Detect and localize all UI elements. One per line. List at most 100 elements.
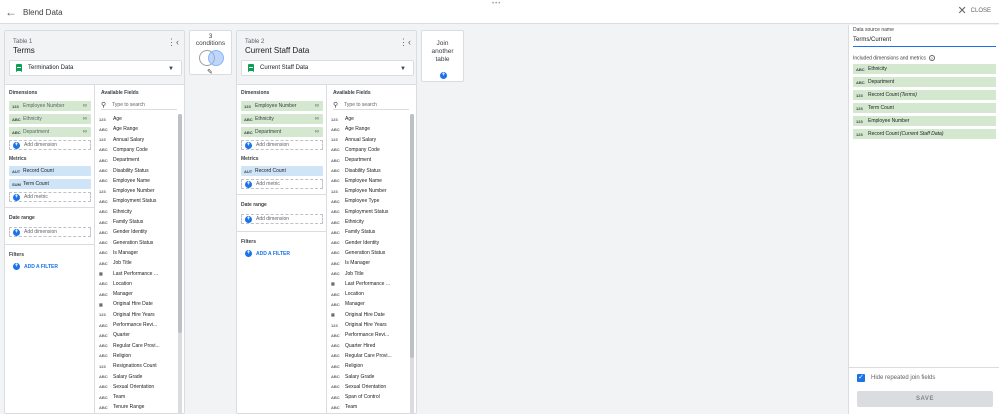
available-field-item[interactable]: 123 Original Hire Years [99, 310, 155, 320]
scrollbar[interactable] [410, 114, 414, 414]
available-field-item[interactable]: ABC Is Manager [99, 248, 138, 258]
available-field-item[interactable]: ABC Age Range [331, 124, 370, 134]
available-field-item[interactable]: ABC Company Code [331, 145, 380, 155]
available-field-item[interactable]: ABC Religion [331, 361, 363, 371]
available-field-item[interactable]: ABC Quarter [99, 330, 130, 340]
table-1-source-select[interactable]: Termination Data ▼ [9, 60, 182, 76]
available-field-item[interactable]: ▦ Last Performance ... [99, 269, 158, 279]
available-field-item[interactable]: ▦ Original Hire Date [331, 310, 385, 320]
add-filter-button[interactable]: + ADD A FILTER [245, 250, 290, 257]
collapse-chevron-icon[interactable]: ‹ [176, 37, 179, 47]
available-field-item[interactable]: ABC Ethnicity [331, 217, 364, 227]
available-field-item[interactable]: ABC Gender Identity [331, 238, 379, 248]
available-field-item[interactable]: ABC Ethnicity [99, 207, 132, 217]
available-field-item[interactable]: ABC Performance Revi... [331, 330, 389, 340]
metric-chip[interactable]: SUM Term Count [9, 179, 91, 189]
available-field-item[interactable]: 123 Resignations Count [99, 361, 157, 371]
available-field-item[interactable]: ABC Family Status [99, 217, 143, 227]
add-filter-button[interactable]: + ADD A FILTER [13, 263, 58, 270]
scrollbar-thumb[interactable] [410, 114, 414, 358]
add-date-range-button[interactable]: + Add dimension [241, 214, 323, 224]
more-vert-icon[interactable]: ⋮ [167, 37, 176, 48]
dimension-chip[interactable]: 123 Employee Number ∞ [9, 101, 91, 111]
available-field-item[interactable]: ABC Team [99, 392, 125, 402]
available-field-item[interactable]: ABC Company Code [99, 145, 148, 155]
available-field-item[interactable]: ABC Job Title [331, 269, 364, 279]
dimension-chip[interactable]: ABC Department ∞ [241, 127, 323, 137]
included-field-item[interactable]: 123 Record Count (Current Staff Data) [853, 129, 996, 139]
available-field-item[interactable]: ▦ Original Hire Date [99, 299, 153, 309]
data-source-name-input[interactable]: Terms/Current [853, 37, 996, 47]
more-vert-icon[interactable]: ⋮ [399, 37, 408, 48]
available-field-item[interactable]: ABC Disability Status [99, 166, 149, 176]
available-field-item[interactable]: ABC Religion [99, 351, 131, 361]
available-field-item[interactable]: ABC Employment Status [99, 196, 156, 206]
help-icon[interactable]: ? [928, 55, 935, 61]
included-field-item[interactable]: ABC Ethnicity [853, 64, 996, 74]
available-field-item[interactable]: ABC Employee Type [331, 196, 379, 206]
available-field-item[interactable]: ABC Quarter Hired [331, 341, 375, 351]
dimension-chip[interactable]: 123 Employee Number ∞ [241, 101, 323, 111]
available-field-item[interactable]: ABC Team [331, 402, 357, 412]
available-field-item[interactable]: ABC Salary Grade [331, 372, 374, 382]
dimension-chip[interactable]: ABC Department ∞ [9, 127, 91, 137]
available-field-item[interactable]: ABC Tenure Range [99, 402, 144, 412]
available-field-item[interactable]: ABC Employee Name [99, 176, 150, 186]
available-field-item[interactable]: ABC Family Status [331, 227, 375, 237]
available-field-item[interactable]: ABC Gender Identity [99, 227, 147, 237]
available-field-item[interactable]: ABC Department [99, 155, 139, 165]
available-field-item[interactable]: ABC Employment Status [331, 207, 388, 217]
drag-handle-icon[interactable]: ••• [492, 1, 501, 7]
back-arrow-icon[interactable]: ← [5, 5, 17, 19]
included-field-item[interactable]: 123 Employee Number [853, 116, 996, 126]
join-conditions-button[interactable]: 3 conditions ✎ [189, 30, 232, 76]
available-field-item[interactable]: ABC Sexual Orientation [99, 382, 154, 392]
available-field-item[interactable]: ABC Location [99, 279, 132, 289]
table-1-name[interactable]: Terms [13, 46, 35, 55]
save-button[interactable]: SAVE [857, 391, 993, 407]
available-field-item[interactable]: ABC Regular Care Provi... [99, 341, 160, 351]
available-field-item[interactable]: ▦ Last Performance ... [331, 279, 390, 289]
metric-chip[interactable]: AUT Record Count [9, 166, 91, 176]
available-field-item[interactable]: ABC Location [331, 289, 364, 299]
available-field-item[interactable]: ABC Salary Grade [99, 372, 142, 382]
available-field-item[interactable]: 123 Age [99, 114, 122, 124]
available-field-item[interactable]: ABC Employee Name [331, 176, 382, 186]
dimension-chip[interactable]: ABC Ethnicity ∞ [241, 114, 323, 124]
available-field-item[interactable]: 123 Employee Number [99, 186, 154, 196]
available-field-item[interactable]: 123 Employee Number [331, 186, 386, 196]
available-field-item[interactable]: 123 Annual Salary [99, 135, 144, 145]
available-field-item[interactable]: ABC Sexual Orientation [331, 382, 386, 392]
included-field-item[interactable]: 123 Record Count (Terms) [853, 90, 996, 100]
included-field-item[interactable]: ABC Department [853, 77, 996, 87]
available-field-item[interactable]: ABC Disability Status [331, 166, 381, 176]
metric-chip[interactable]: AUT Record Count [241, 166, 323, 176]
available-field-item[interactable]: ABC Performance Revi... [99, 320, 157, 330]
available-field-item[interactable]: ABC Span of Control [331, 392, 380, 402]
included-field-item[interactable]: 123 Term Count [853, 103, 996, 113]
add-dimension-button[interactable]: + Add dimension [241, 140, 323, 150]
collapse-chevron-icon[interactable]: ‹ [408, 37, 411, 47]
available-field-item[interactable]: ABC Manager [331, 299, 365, 309]
add-date-range-button[interactable]: + Add dimension [9, 227, 91, 237]
available-field-item[interactable]: 123 Age [331, 114, 354, 124]
scrollbar[interactable] [178, 114, 182, 414]
available-field-item[interactable]: ABC Is Manager [331, 258, 370, 268]
table-2-name[interactable]: Current Staff Data [245, 46, 309, 55]
add-dimension-button[interactable]: + Add dimension [9, 140, 91, 150]
join-another-table-button[interactable]: Join another table + [421, 30, 464, 82]
available-field-item[interactable]: ABC Manager [99, 289, 133, 299]
add-metric-button[interactable]: + Add metric [9, 192, 91, 202]
available-field-item[interactable]: ABC Age Range [99, 124, 138, 134]
dimension-chip[interactable]: ABC Ethnicity ∞ [9, 114, 91, 124]
available-field-item[interactable]: 123 Annual Salary [331, 135, 376, 145]
close-button[interactable]: ✕ CLOSE [957, 6, 991, 17]
available-field-item[interactable]: ABC Job Title [99, 258, 132, 268]
add-metric-button[interactable]: + Add metric [241, 179, 323, 189]
hide-repeated-checkbox[interactable]: ✓ [857, 374, 865, 382]
available-field-item[interactable]: ABC Regular Care Provi... [331, 351, 392, 361]
available-field-item[interactable]: ABC Department [331, 155, 371, 165]
table-2-source-select[interactable]: Current Staff Data ▼ [241, 60, 414, 76]
available-field-item[interactable]: ABC Generation Status [331, 248, 385, 258]
scrollbar-thumb[interactable] [178, 114, 182, 333]
